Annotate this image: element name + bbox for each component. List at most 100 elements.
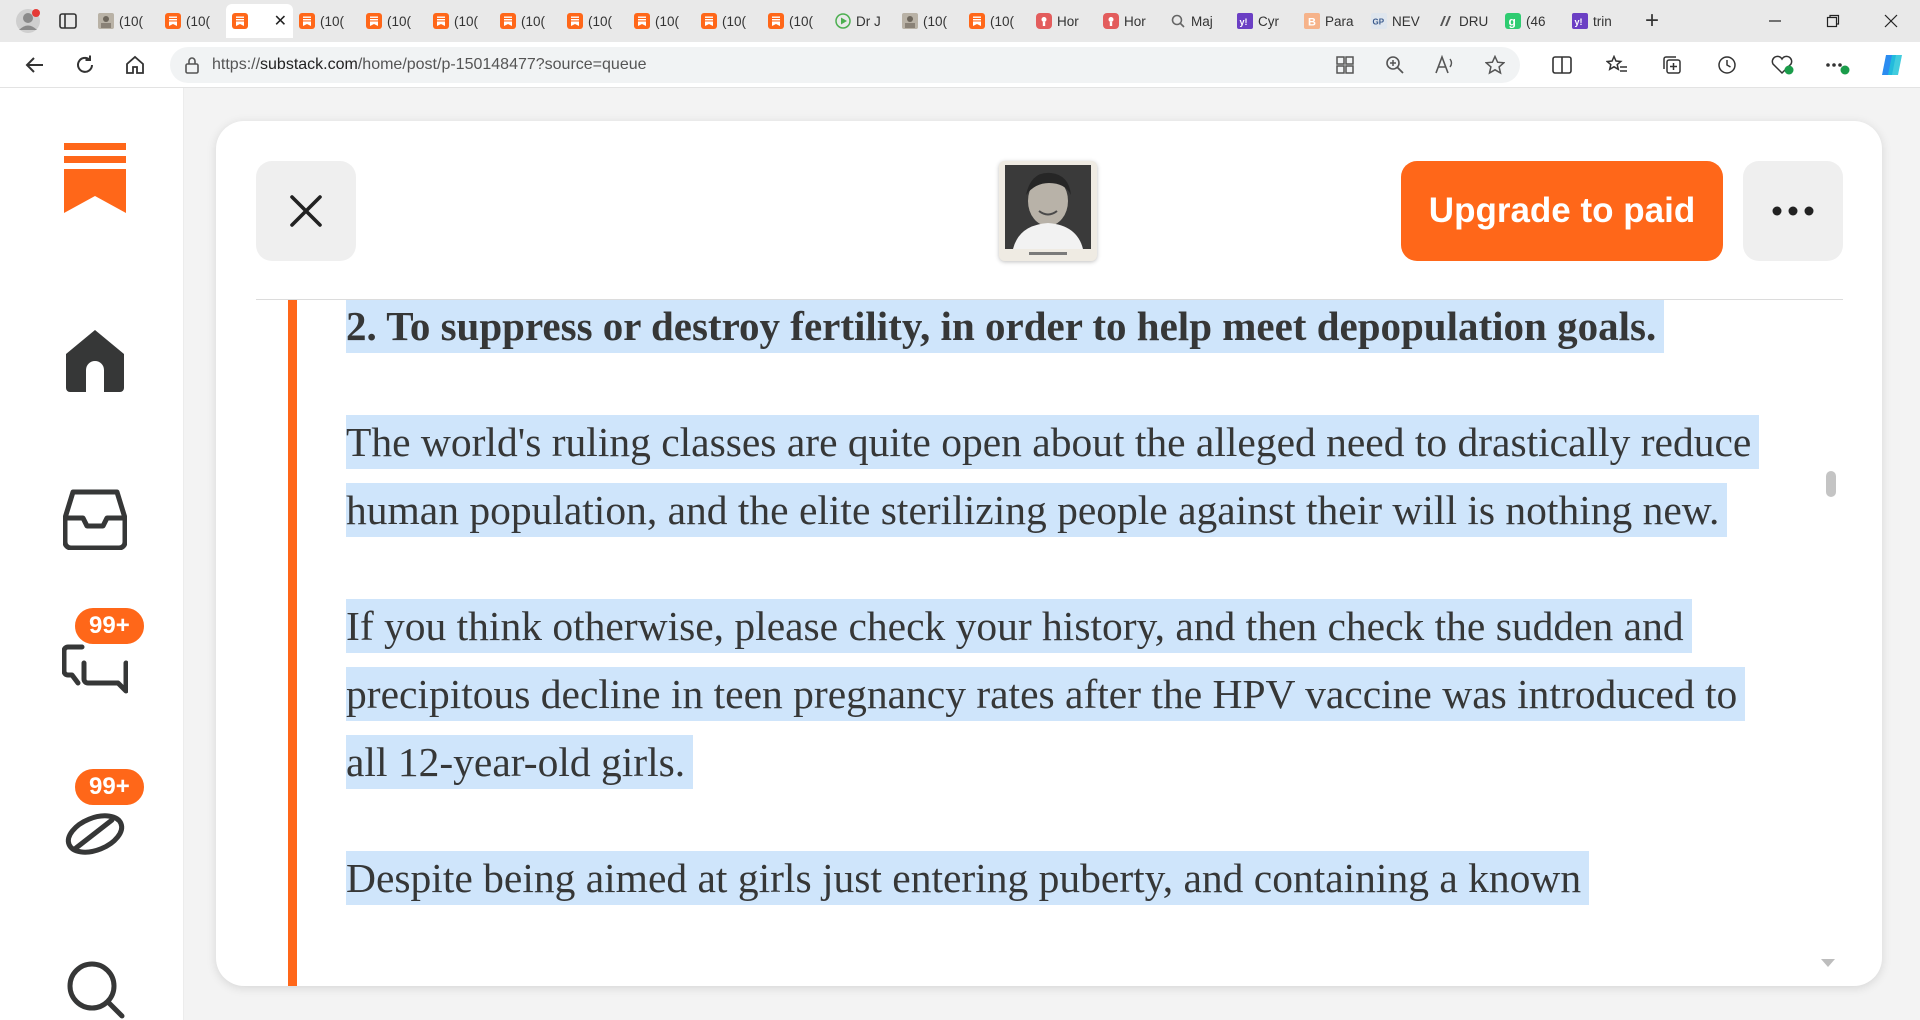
post-body: 2. To suppress or destroy fertility, in … [256, 300, 1843, 986]
close-window-button[interactable] [1862, 0, 1920, 42]
tab-label: Cyr [1258, 13, 1279, 29]
zoom-button[interactable] [1370, 47, 1420, 83]
selected-text: If you think otherwise, please check you… [346, 599, 1746, 789]
profile-icon [16, 9, 40, 33]
substack-favicon-icon [433, 13, 449, 29]
minimize-button[interactable] [1746, 0, 1804, 42]
nav-chat[interactable]: 99+ [40, 605, 150, 695]
read-aloud-button[interactable] [1420, 47, 1470, 83]
browser-tab[interactable]: (10( [896, 4, 963, 38]
nav-search[interactable] [40, 958, 150, 1020]
history-button[interactable] [1699, 45, 1754, 85]
yahoo-favicon-icon: y! [1237, 13, 1253, 29]
browser-tab[interactable]: GP NEV [1365, 4, 1432, 38]
tab-label: Dr J [856, 13, 881, 29]
back-button[interactable] [10, 45, 60, 85]
tab-label: (10( [186, 13, 211, 29]
window-controls [1746, 0, 1920, 42]
svg-text:y!: y! [1240, 17, 1248, 27]
browser-tab[interactable]: Hor [1097, 4, 1164, 38]
substack-favicon-icon [634, 13, 650, 29]
plus-icon: + [1644, 7, 1659, 34]
restore-icon [1826, 14, 1840, 28]
tab-actions-button[interactable] [48, 4, 88, 38]
refresh-button[interactable] [60, 45, 110, 85]
toolbar-actions [1534, 45, 1919, 85]
browser-tab[interactable]: Maj [1164, 4, 1231, 38]
browser-tab[interactable]: Hor [1030, 4, 1097, 38]
split-screen-button[interactable] [1534, 45, 1589, 85]
browser-tab[interactable]: (10( [92, 4, 159, 38]
favorite-button[interactable] [1470, 47, 1520, 83]
copilot-icon [1881, 54, 1902, 75]
browser-tab[interactable]: (10( [963, 4, 1030, 38]
more-menu-button[interactable] [1809, 45, 1864, 85]
substack-favicon-icon [366, 13, 382, 29]
refresh-icon [77, 55, 93, 73]
browser-tab[interactable]: y! trin [1566, 4, 1633, 38]
close-tab-icon[interactable]: ✕ [274, 11, 287, 31]
author-avatar[interactable] [999, 161, 1097, 261]
search-icon [67, 961, 125, 1019]
browser-tab[interactable]: (10( [695, 4, 762, 38]
substack-logo[interactable] [40, 143, 150, 213]
selected-text: 2. To suppress or destroy fertility, in … [346, 300, 1665, 353]
tab-label: (10( [521, 13, 546, 29]
browser-tab[interactable]: (10( [494, 4, 561, 38]
tab-active[interactable]: ✕ [226, 4, 293, 38]
substack-logo-icon [64, 143, 126, 213]
nav-activity[interactable]: 99+ [40, 766, 150, 860]
scroll-down-arrow[interactable] [1821, 959, 1835, 967]
restore-button[interactable] [1804, 0, 1862, 42]
ellipsis-icon [1825, 62, 1849, 74]
upgrade-to-paid-button[interactable]: Upgrade to paid [1401, 161, 1723, 261]
browser-tab[interactable]: (10( [628, 4, 695, 38]
more-options-button[interactable] [1743, 161, 1843, 261]
nav-home[interactable] [40, 328, 150, 392]
copilot-button[interactable] [1864, 45, 1919, 85]
substack-favicon-icon [165, 13, 181, 29]
quote-paragraph: Despite being aimed at girls just enteri… [346, 844, 1786, 912]
favorites-button[interactable] [1589, 45, 1644, 85]
close-icon [290, 195, 322, 227]
home-icon [66, 330, 124, 392]
profile-button[interactable] [8, 4, 48, 38]
url-text[interactable]: https://substack.com/home/post/p-1501484… [212, 56, 1320, 74]
browser-tab[interactable]: (10( [159, 4, 226, 38]
close-post-button[interactable] [256, 161, 356, 261]
address-bar[interactable]: https://substack.com/home/post/p-1501484… [170, 46, 1520, 83]
home-button[interactable] [110, 45, 160, 85]
tab-label: DRU [1459, 13, 1489, 29]
favorites-list-icon [1605, 54, 1627, 72]
minimize-icon [1769, 20, 1781, 22]
browser-tab[interactable]: (10( [360, 4, 427, 38]
browser-tab[interactable]: (10( [427, 4, 494, 38]
nav-inbox[interactable] [40, 488, 150, 550]
browser-tab[interactable]: g (46 [1499, 4, 1566, 38]
collections-button[interactable] [1644, 45, 1699, 85]
tab-label: (10( [320, 13, 345, 29]
yahoo-favicon-icon: y! [1572, 13, 1588, 29]
tab-label: (10( [588, 13, 613, 29]
app-available-button[interactable] [1320, 47, 1370, 83]
tab-label: Hor [1124, 13, 1146, 29]
browser-tab[interactable]: B Para [1298, 4, 1365, 38]
app-grid-icon [1336, 55, 1354, 74]
browser-tab[interactable]: (10( [293, 4, 360, 38]
red-favicon-icon [1036, 13, 1052, 29]
scrollbar-thumb[interactable] [1826, 471, 1836, 497]
browser-tab[interactable]: DRU [1432, 4, 1499, 38]
play-favicon-icon [835, 13, 851, 29]
selected-text: Despite being aimed at girls just enteri… [346, 851, 1590, 905]
ellipsis-icon [1772, 206, 1814, 216]
back-arrow-icon [25, 56, 43, 73]
browser-tab[interactable]: (10( [561, 4, 628, 38]
new-tab-button[interactable]: + [1633, 4, 1671, 38]
browser-tab[interactable]: (10( [762, 4, 829, 38]
browser-tab[interactable]: Dr J [829, 4, 896, 38]
tab-strip: (10((10(✕ (10((10((10((10((10((10((10((10… [0, 0, 1920, 42]
substack-sidebar: 99+ 99+ [0, 88, 184, 1020]
browser-essentials-button[interactable] [1754, 45, 1809, 85]
browser-tab[interactable]: y! Cyr [1231, 4, 1298, 38]
star-icon [1485, 54, 1505, 75]
